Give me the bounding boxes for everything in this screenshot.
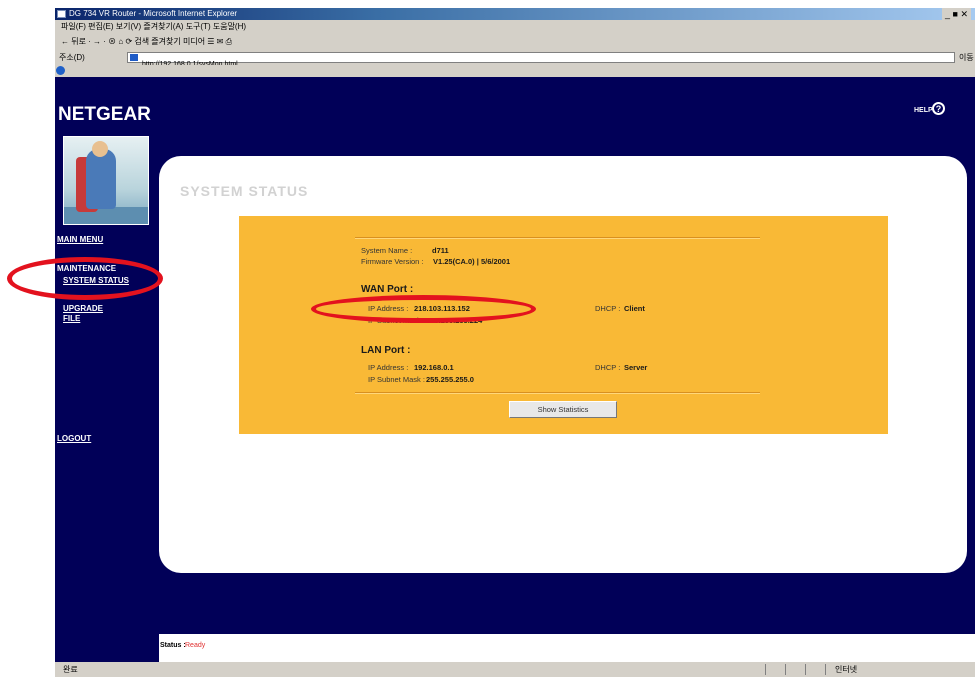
browser-status-text: 완료 [63, 665, 78, 674]
mascot-body [86, 149, 116, 209]
page-status-bar: Status : Ready [159, 634, 975, 662]
lan-port-heading: LAN Port : [361, 345, 411, 356]
status-value: Ready [185, 642, 206, 649]
window-controls[interactable]: _ ■ ✕ [942, 8, 971, 20]
divider [785, 664, 786, 675]
firmware-value: V1.25(CA.0) | 5/6/2001 [433, 257, 511, 266]
window-title: DG 734 VR Router - Microsoft Internet Ex… [69, 9, 238, 18]
nav-main-menu[interactable]: MAIN MENU [57, 235, 103, 244]
address-label: 주소(D) [59, 53, 85, 62]
browser-status-bar: 완료 인터넷 [55, 662, 975, 677]
wan-dhcp-label: DHCP : [595, 304, 621, 313]
url-input[interactable]: http://192.168.0.1/sysMon.html [127, 52, 955, 68]
nav-upgrade[interactable]: UPGRADE [63, 304, 103, 313]
window-title-bar[interactable]: DG 734 VR Router - Microsoft Internet Ex… [55, 8, 975, 20]
divider [355, 237, 760, 239]
page-icon [130, 54, 138, 61]
nav-logout[interactable]: LOGOUT [57, 434, 91, 443]
ie-icon [57, 10, 66, 18]
firmware-label: Firmware Version : [361, 257, 424, 266]
lan-dhcp-value: Server [624, 363, 648, 372]
divider [765, 664, 766, 675]
address-bar: 주소(D) http://192.168.0.1/sysMon.html 이동 [55, 50, 975, 68]
lan-mask-label: IP Subnet Mask : [368, 375, 425, 384]
show-statistics-button[interactable]: Show Statistics [509, 401, 617, 418]
internet-zone-text: 인터넷 [835, 665, 858, 674]
highlight-ellipse-wan-ip [311, 295, 536, 323]
menu-items[interactable]: 파일(F) 편집(E) 보기(V) 즐겨찾기(A) 도구(T) 도움말(H) [61, 20, 246, 33]
help-icon[interactable]: ? [932, 102, 945, 115]
lan-ip-label: IP Address : [368, 363, 409, 372]
divider [355, 392, 760, 394]
toolbar[interactable]: ← 뒤로 · → · ⊗ ⌂ ⟳ 검색 즐겨찾기 미디어 ☰ ✉ ⎙ [55, 33, 975, 50]
highlight-ellipse-system-status [7, 257, 163, 300]
globe-icon [56, 66, 65, 75]
go-button[interactable]: 이동 [959, 51, 974, 64]
lan-ip-value: 192.168.0.1 [414, 363, 454, 372]
divider [805, 664, 806, 675]
mascot-image [63, 136, 149, 225]
mascot-head [92, 141, 108, 157]
netgear-logo: NETGEAR [58, 104, 151, 125]
menu-bar[interactable]: 파일(F) 편집(E) 보기(V) 즐겨찾기(A) 도구(T) 도움말(H) [55, 20, 975, 33]
lan-dhcp-label: DHCP : [595, 363, 621, 372]
system-name-label: System Name : [361, 246, 413, 255]
wan-port-heading: WAN Port : [361, 284, 414, 295]
help-link[interactable]: HELP [914, 107, 933, 114]
divider [825, 664, 826, 675]
page-title: SYSTEM STATUS [180, 183, 309, 199]
lan-mask-value: 255.255.255.0 [426, 375, 474, 384]
nav-file[interactable]: FILE [63, 314, 80, 323]
toolbar-buttons[interactable]: ← 뒤로 · → · ⊗ ⌂ ⟳ 검색 즐겨찾기 미디어 ☰ ✉ ⎙ [61, 35, 232, 48]
status-label: Status : [160, 642, 186, 649]
wan-dhcp-value: Client [624, 304, 645, 313]
system-name-value: d711 [432, 246, 449, 255]
links-bar [55, 65, 975, 77]
